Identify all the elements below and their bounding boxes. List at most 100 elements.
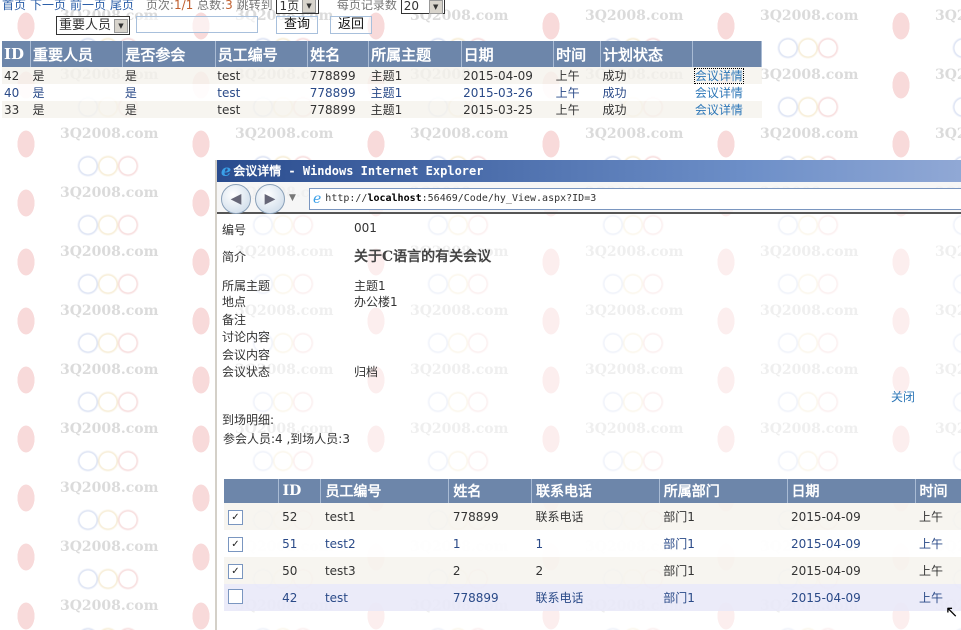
search-field-select[interactable]: 重要人员 ▼ (56, 16, 130, 35)
attendance-checkbox[interactable] (228, 588, 243, 604)
cell-action: 会议详情 (692, 67, 762, 84)
detail-value: 办公楼1 (354, 295, 398, 309)
attendance-checkbox[interactable]: ✓ (228, 536, 243, 552)
cell-id: 40 (2, 84, 31, 101)
watermark-text: 3Q2008.com (935, 67, 961, 83)
col-time: 时间 (915, 479, 961, 503)
cell-attend: 是 (122, 67, 216, 84)
jump-page-select[interactable]: 1页 ▼ (276, 0, 320, 14)
watermark-text: 3Q2008.com (935, 126, 961, 142)
cell-employee-no: test (215, 84, 308, 101)
col-id: ID (278, 479, 322, 503)
first-page-link[interactable]: 首页 (2, 0, 26, 12)
ie-page-icon: e (313, 191, 322, 207)
detail-value: 主题1 (354, 279, 386, 293)
attendance-checkbox[interactable]: ✓ (228, 509, 243, 525)
watermark-text: 3Q2008.com (60, 126, 159, 142)
table-row: 42 是是 test 778899 主题1 2015-04-09 上午 成功 会议详情 (2, 67, 762, 84)
cell-date: 2015-03-25 (461, 101, 554, 118)
history-dropdown-icon[interactable]: ▼ (289, 193, 296, 203)
forward-nav-button[interactable]: ▶ (255, 184, 285, 214)
cell-id: 42 (2, 67, 31, 84)
cell-status: 成功 (600, 67, 693, 84)
window-titlebar[interactable]: e 会议详情 - Windows Internet Explorer (217, 160, 961, 182)
cell-name: 778899 (307, 67, 369, 84)
query-button[interactable]: 查询 (276, 16, 318, 34)
cell-topic: 主题1 (368, 84, 462, 101)
cell-employee-no: test2 (320, 530, 449, 557)
watermark-text: 3Q2008.com (585, 8, 684, 24)
watermark-text: 3Q2008.com (60, 598, 159, 614)
cell-time: 上午 (915, 530, 961, 557)
cell-name: 1 (448, 530, 532, 557)
watermark-text: 3Q2008.com (60, 421, 159, 437)
cell-time: 上午 (553, 101, 601, 118)
detail-label: 会议内容 (222, 348, 271, 362)
address-bar[interactable]: e http://localhost:56469/Code/hy_View.asp… (309, 188, 961, 210)
col-select (224, 479, 279, 503)
table-row: 40 是是 test 778899 主题1 2015-03-26 上午 成功 会议详情 (2, 84, 762, 101)
col-department: 所属部门 (659, 479, 788, 503)
cell-date: 2015-04-09 (461, 67, 554, 84)
watermark-text: 3Q2008.com (60, 185, 159, 201)
cell-phone: 联系电话 (531, 584, 660, 611)
attendance-row: 42 test 778899 联系电话 部门1 2015-04-09 上午 (224, 584, 961, 611)
cell-department: 部门1 (659, 503, 788, 530)
watermark-text: 3Q2008.com (60, 244, 159, 260)
cell-important: 是 (30, 101, 123, 118)
meeting-detail-link[interactable]: 会议详情 (693, 68, 744, 84)
cell-topic: 主题1 (368, 67, 462, 84)
cell-select: ✓ (224, 530, 279, 557)
cell-attend: 是 (122, 101, 216, 118)
back-button[interactable]: 返回 (330, 16, 372, 34)
meeting-table: ID 重要人员 是否参会 员工编号 姓名 所属主题 日期 时间 计划状态 42 是… (2, 41, 762, 118)
col-name: 姓名 (307, 41, 370, 67)
next-page-link[interactable]: 下一页 (30, 0, 66, 12)
cell-id: 42 (278, 584, 321, 611)
col-attend: 是否参会 (122, 41, 216, 67)
cell-id: 51 (278, 530, 321, 557)
attendance-row: ✓ 51 test2 1 1 部门1 2015-04-09 上午 (224, 530, 961, 557)
cell-phone: 2 (531, 557, 660, 584)
watermark-text: 3Q2008.com (235, 126, 334, 142)
ie-navigation-bar: ◀ ▶ ▼ e http://localhost:56469/Code/hy_Vi… (217, 182, 961, 214)
cell-name: 778899 (307, 84, 369, 101)
cell-status: 成功 (600, 101, 693, 118)
mouse-cursor-icon: ↖ (945, 602, 959, 621)
meeting-detail-link[interactable]: 会议详情 (695, 103, 743, 117)
chevron-down-icon: ▼ (428, 0, 443, 14)
table-header-row: ID 重要人员 是否参会 员工编号 姓名 所属主题 日期 时间 计划状态 (2, 41, 762, 67)
cell-status: 成功 (600, 84, 693, 101)
total-info: 总数:3 (197, 0, 233, 12)
prev-page-link[interactable]: 前一页 (70, 0, 106, 12)
last-page-link[interactable]: 尾页 (110, 0, 134, 12)
cell-name: 2 (448, 557, 532, 584)
cell-select (224, 584, 279, 611)
col-date: 日期 (461, 41, 555, 67)
cell-date: 2015-04-09 (787, 557, 916, 584)
back-nav-button[interactable]: ◀ (221, 184, 251, 214)
search-input[interactable] (136, 16, 258, 33)
detail-value: 001 (354, 221, 377, 235)
cell-employee-no: test (215, 101, 308, 118)
cell-department: 部门1 (659, 557, 788, 584)
search-bar: 重要人员 ▼ 查询 返回 (56, 16, 372, 35)
col-employee-no: 员工编号 (320, 479, 450, 503)
cell-time: 上午 (915, 503, 961, 530)
watermark-text: 3Q2008.com (760, 126, 859, 142)
cell-date: 2015-04-09 (787, 530, 916, 557)
per-page-select[interactable]: 20 ▼ (400, 0, 445, 14)
pager: 首页 下一页 前一页 尾页 页次:1/1 总数:3 跳转到 1页 ▼ 每页记录数 20 ▼ (2, 0, 445, 14)
meeting-detail-link[interactable]: 会议详情 (695, 86, 743, 100)
col-id: ID (2, 41, 31, 67)
per-page-label: 每页记录数 (336, 0, 397, 12)
col-time: 时间 (553, 41, 601, 67)
watermark-text: 3Q2008.com (760, 8, 859, 24)
cell-date: 2015-04-09 (787, 584, 916, 611)
cell-date: 2015-04-09 (787, 503, 916, 530)
close-link[interactable]: 关闭 (891, 388, 915, 405)
ie-logo-icon: e (221, 161, 232, 180)
detail-label: 所属主题 (222, 279, 271, 293)
attendance-checkbox[interactable]: ✓ (228, 563, 243, 579)
window-title: 会议详情 - Windows Internet Explorer (233, 164, 484, 178)
